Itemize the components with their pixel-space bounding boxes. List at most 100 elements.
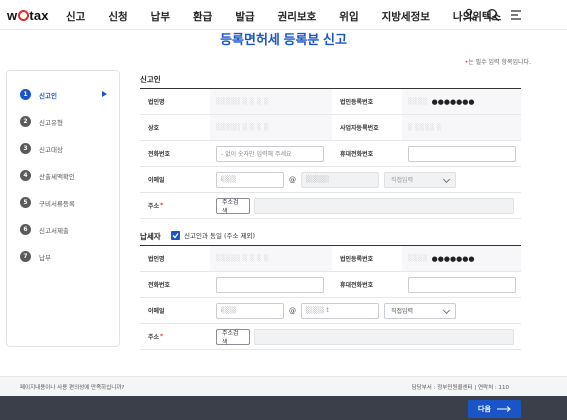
email-local-input[interactable]: i░░░ bbox=[216, 171, 284, 188]
biz-reg-value: ░ ░░░░ ░ bbox=[402, 115, 521, 140]
step-item-5[interactable]: 5 구비서류등록 bbox=[7, 189, 119, 216]
chevron-down-icon bbox=[442, 175, 451, 183]
tp-phone-cell bbox=[210, 272, 332, 297]
tp-email-at-sign: @ bbox=[289, 306, 296, 315]
header-icons bbox=[463, 8, 523, 22]
reporter-section-title: 신고인 bbox=[140, 75, 161, 84]
mobile-label: 휴대전화번호 bbox=[332, 141, 402, 166]
same-as-reporter-label: 신고인과 동일 (주소 제외) bbox=[184, 232, 256, 240]
corp-name-label: 법인명 bbox=[140, 89, 210, 114]
tp-mobile-input[interactable] bbox=[408, 276, 516, 293]
tp-email-label: 이메일 bbox=[140, 298, 210, 323]
taxpayer-form: 법인명 ░░░░░ ░ ░ ░ ░ 법인등록번호 ░░░░ ●●●●●●● 전화번… bbox=[140, 245, 521, 350]
address-input[interactable] bbox=[254, 197, 514, 214]
current-step-arrow-icon bbox=[102, 91, 107, 97]
email-label: 이메일 bbox=[140, 167, 210, 192]
nav-item-pay[interactable]: 납부 bbox=[151, 9, 170, 24]
email-domain-input[interactable]: ░░░░░ bbox=[301, 171, 379, 188]
phone-cell: - 없이 숫자만 입력해 주세요 bbox=[210, 141, 332, 166]
step-item-1[interactable]: 1 신고인 bbox=[7, 81, 119, 108]
tp-corp-reg-text: ░░░░ bbox=[408, 255, 428, 262]
nav-item-apply[interactable]: 신청 bbox=[108, 9, 127, 24]
corp-name-value: ░░░░░ ░ ░ ░ ░ bbox=[210, 89, 332, 114]
biz-reg-label: 사업자등록번호 bbox=[332, 115, 402, 140]
same-as-reporter-checkbox[interactable]: 신고인과 동일 (주소 제외) bbox=[171, 230, 255, 240]
step-label: 납부 bbox=[39, 253, 51, 262]
page-title: 등록면허세 등록분 신고 bbox=[220, 32, 347, 47]
step-number: 1 bbox=[20, 89, 31, 100]
corp-reg-masked-dots: ●●●●●●● bbox=[431, 97, 475, 106]
step-number: 7 bbox=[20, 251, 31, 262]
corp-reg-value: ░░░░ ●●●●●●● bbox=[402, 89, 521, 114]
step-number: 2 bbox=[20, 116, 31, 127]
search-icon[interactable] bbox=[486, 8, 500, 22]
mobile-input[interactable] bbox=[408, 145, 516, 162]
address-label-text: 주소 bbox=[148, 203, 160, 210]
address-label: 주소 * bbox=[140, 193, 210, 218]
tp-address-label-text: 주소 bbox=[148, 334, 160, 341]
email-domain-select[interactable]: 직접입력 bbox=[384, 171, 456, 188]
tp-email-local-text: i░░░ bbox=[221, 307, 237, 314]
email-domain-text: ░░░░░ bbox=[306, 176, 330, 183]
main-nav: 신고 신청 납부 환급 발급 권리보호 위입 지방세정보 나의위택스 bbox=[66, 9, 524, 24]
corp-reg-label: 법인등록번호 bbox=[332, 89, 402, 114]
tp-email-local-input[interactable]: i░░░ bbox=[216, 302, 284, 319]
satisfaction-footer: 페이지내용이나 사용 편의성에 만족하십니까? 담당부서 : 정부민원콜센터 |… bbox=[0, 376, 567, 396]
step-number: 6 bbox=[20, 224, 31, 235]
step-label: 구비서류등록 bbox=[39, 199, 75, 208]
step-item-7[interactable]: 7 납부 bbox=[7, 243, 119, 270]
tp-corp-reg-value: ░░░░ ●●●●●●● bbox=[402, 246, 521, 271]
nav-item-delegate[interactable]: 위입 bbox=[339, 9, 358, 24]
corp-reg-text: ░░░░ bbox=[408, 98, 428, 105]
phone-input[interactable]: - 없이 숫자만 입력해 주세요 bbox=[216, 145, 324, 162]
satisfaction-question[interactable]: 페이지내용이나 사용 편의성에 만족하십니까? bbox=[20, 383, 124, 391]
tp-address-search-button[interactable]: 주소검색 bbox=[216, 328, 250, 346]
next-button-label: 다음 bbox=[478, 405, 491, 413]
wetax-logo[interactable]: w tax bbox=[7, 8, 49, 23]
tp-mobile-label: 휴대전화번호 bbox=[332, 272, 402, 297]
address-search-button[interactable]: 주소검색 bbox=[216, 197, 250, 215]
tp-corp-name-value: ░░░░░ ░ ░ ░ ░ bbox=[210, 246, 332, 271]
tp-email-domain-text: ░░░░ t bbox=[306, 307, 329, 314]
email-at-sign: @ bbox=[289, 175, 296, 184]
mobile-cell bbox=[402, 141, 521, 166]
reporter-form: 법인명 ░░░░░ ░ ░ ░ ░ 법인등록번호 ░░░░ ●●●●●●● 상호 … bbox=[140, 88, 521, 219]
nav-item-report[interactable]: 신고 bbox=[66, 9, 85, 24]
menu-icon[interactable] bbox=[509, 8, 523, 22]
tp-corp-reg-label: 법인등록번호 bbox=[332, 246, 402, 271]
top-header: w tax 신고 신청 납부 환급 발급 권리보호 위입 지방세정보 나의위택스 bbox=[0, 0, 567, 30]
corp-name-text: ░░░░░ ░ ░ ░ ░ bbox=[216, 98, 270, 105]
step-item-6[interactable]: 6 신고서제출 bbox=[7, 216, 119, 243]
biz-reg-text: ░ ░░░░ ░ bbox=[408, 124, 442, 131]
chevron-down-icon bbox=[442, 306, 451, 314]
step-label: 신고서제출 bbox=[39, 226, 69, 235]
tp-email-select-text: 직접입력 bbox=[391, 308, 414, 315]
tp-address-label: 주소 * bbox=[140, 324, 210, 349]
tp-email-domain-select[interactable]: 직접입력 bbox=[384, 302, 456, 319]
step-item-4[interactable]: 4 산출세액확인 bbox=[7, 162, 119, 189]
tp-address-input[interactable] bbox=[254, 328, 514, 345]
nav-item-rights[interactable]: 권리보호 bbox=[278, 9, 317, 24]
nav-item-refund[interactable]: 환급 bbox=[193, 9, 212, 24]
step-item-3[interactable]: 3 신고대상 bbox=[7, 135, 119, 162]
tp-mobile-cell bbox=[402, 272, 521, 297]
step-number: 5 bbox=[20, 197, 31, 208]
tp-corp-name-text: ░░░░░ ░ ░ ░ ░ bbox=[216, 255, 270, 262]
required-note: •는 필수 입력 항목입니다. bbox=[465, 57, 531, 66]
user-settings-icon[interactable] bbox=[463, 8, 477, 22]
next-button[interactable]: 다음 bbox=[468, 400, 521, 418]
required-mark: * bbox=[160, 333, 164, 340]
nav-item-local-tax-info[interactable]: 지방세정보 bbox=[382, 9, 430, 24]
logo-o-mark bbox=[17, 10, 29, 21]
step-number: 3 bbox=[20, 143, 31, 154]
step-item-2[interactable]: 2 신고유형 bbox=[7, 108, 119, 135]
department-info: 담당부서 : 정부민원콜센터 | 연락처 : 110 bbox=[411, 385, 509, 391]
step-label: 신고대상 bbox=[39, 145, 63, 154]
phone-label: 전화번호 bbox=[140, 141, 210, 166]
tp-phone-input[interactable] bbox=[216, 276, 324, 293]
tp-phone-label: 전화번호 bbox=[140, 272, 210, 297]
nav-item-issue[interactable]: 발급 bbox=[235, 9, 254, 24]
tp-email-domain-input[interactable]: ░░░░ t bbox=[301, 302, 379, 319]
arrow-right-icon bbox=[496, 406, 511, 412]
trade-name-label: 상호 bbox=[140, 115, 210, 140]
